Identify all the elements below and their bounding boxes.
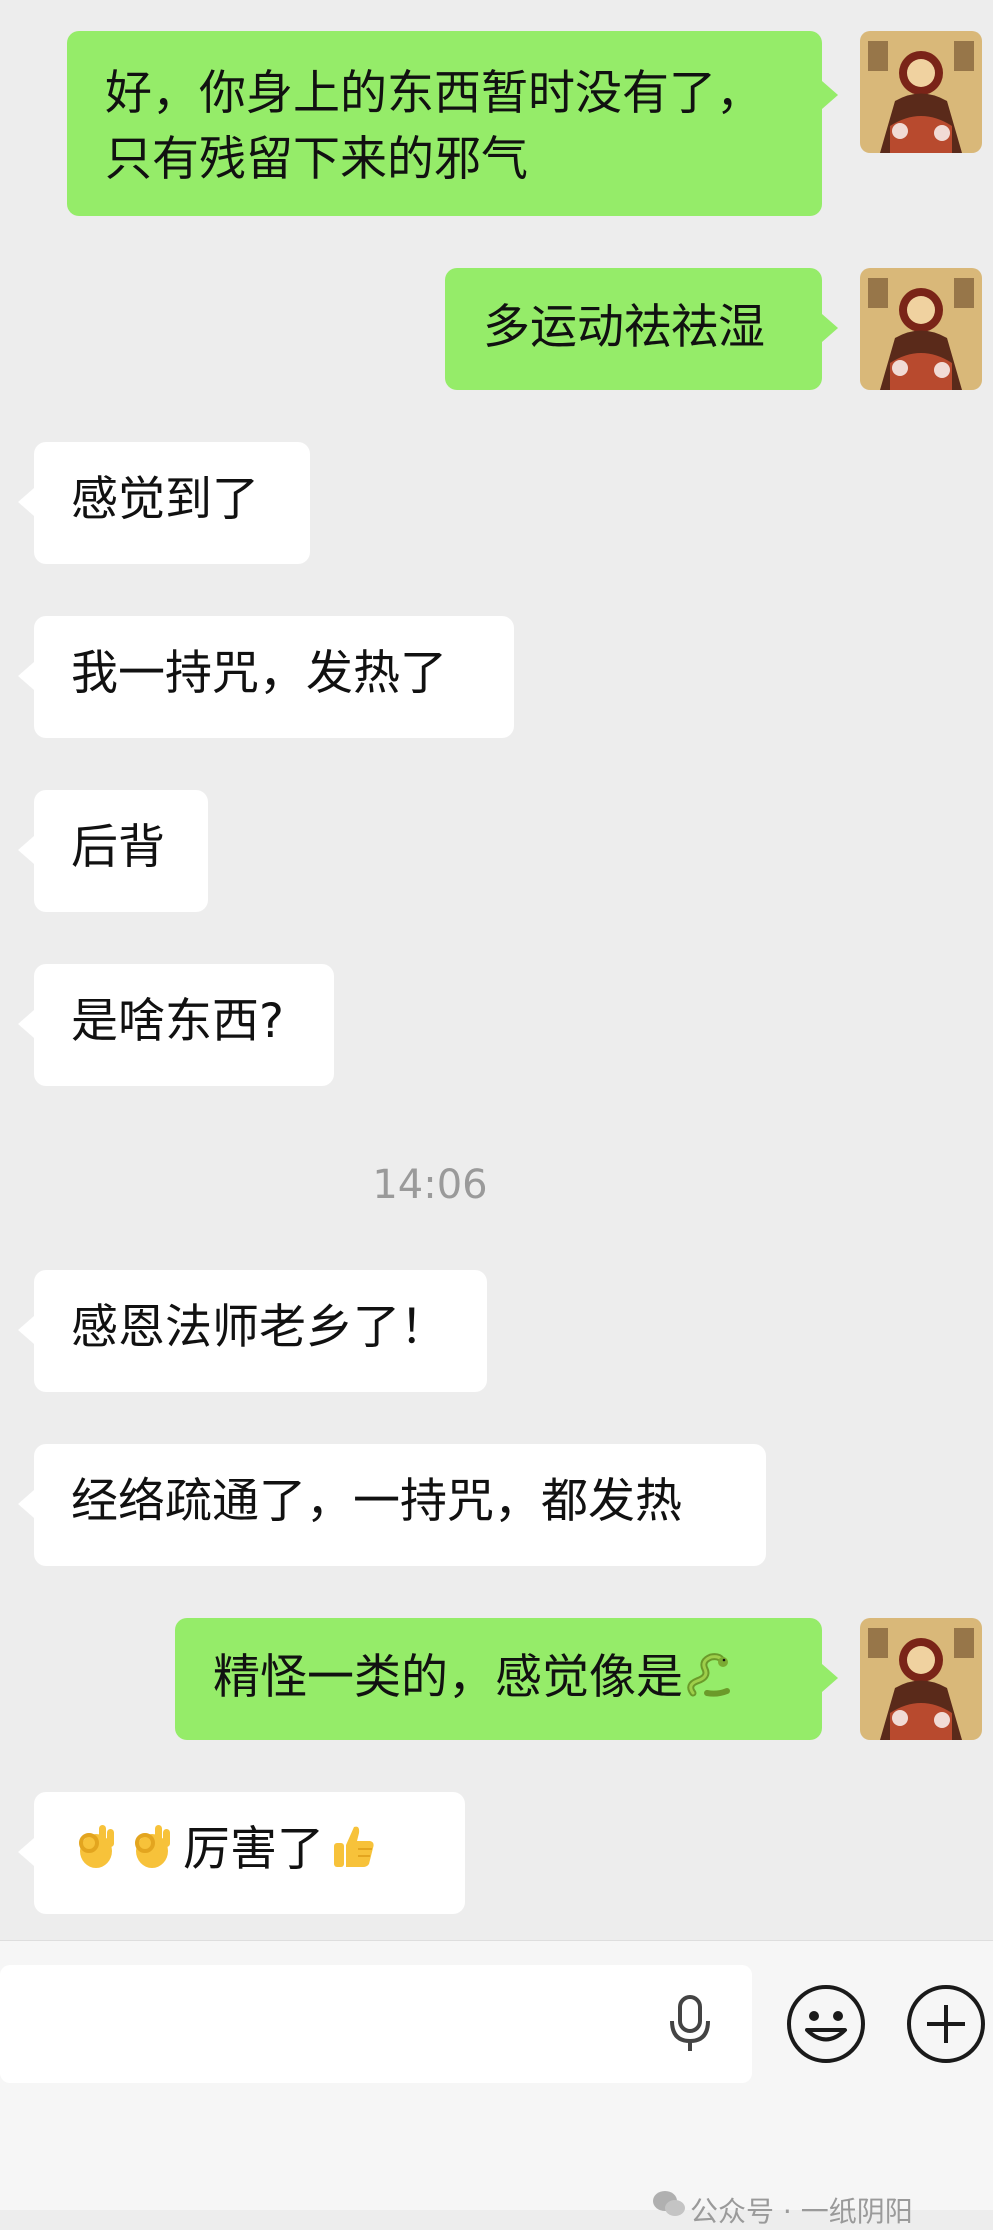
message-bubble-incoming[interactable]: 是啥东西? xyxy=(18,964,334,1086)
message-bubble-outgoing[interactable]: 多运动祛祛湿 xyxy=(445,268,838,390)
ok-hand-emoji-icon xyxy=(127,1821,177,1871)
message-timestamp: 14:06 xyxy=(372,1162,488,1208)
message-bubble-incoming[interactable]: 我一持咒，发热了 xyxy=(18,616,514,738)
message-text: 厉害了 xyxy=(183,1822,324,1877)
wechat-logo-icon xyxy=(652,2189,686,2219)
plus-circle-icon[interactable] xyxy=(905,1983,987,2065)
chat-input-bar xyxy=(0,1940,993,2210)
message-text: 精怪一类的，感觉像是 xyxy=(213,1650,683,1705)
message-bubble-incoming[interactable]: 厉害了 xyxy=(18,1792,465,1914)
message-bubble-outgoing[interactable]: 好，你身上的东西暂时没有了， 只有残留下来的邪气 xyxy=(67,31,838,216)
message-bubble-incoming[interactable]: 经络疏通了，一持咒，都发热 xyxy=(18,1444,766,1566)
message-bubble-incoming[interactable]: 感觉到了 xyxy=(18,442,310,564)
message-text: 后背 xyxy=(71,820,165,875)
message-bubble-incoming[interactable]: 感恩法师老乡了！ xyxy=(18,1270,487,1392)
message-bubble-outgoing[interactable]: 精怪一类的，感觉像是 xyxy=(175,1618,838,1740)
microphone-icon[interactable] xyxy=(660,1993,720,2055)
message-text: 是啥东西? xyxy=(71,994,284,1049)
message-text: 我一持咒，发热了 xyxy=(71,646,447,701)
message-text: 感恩法师老乡了！ xyxy=(71,1300,447,1355)
message-text: 经络疏通了，一持咒，都发热 xyxy=(71,1474,682,1529)
snake-emoji-icon xyxy=(683,1649,733,1699)
watermark: 公众号 · 一纸阴阳 xyxy=(690,2195,913,2228)
message-text: 感觉到了 xyxy=(71,472,259,527)
avatar[interactable] xyxy=(860,1618,982,1740)
message-line: 好，你身上的东西暂时没有了， xyxy=(105,66,763,121)
message-line: 只有残留下来的邪气 xyxy=(105,132,528,187)
message-text: 多运动祛祛湿 xyxy=(483,300,765,355)
thumbs-up-emoji-icon xyxy=(328,1821,378,1871)
ok-hand-emoji-icon xyxy=(71,1821,121,1871)
avatar[interactable] xyxy=(860,268,982,390)
emoji-face-icon[interactable] xyxy=(785,1983,867,2065)
message-bubble-incoming[interactable]: 后背 xyxy=(18,790,208,912)
message-input[interactable] xyxy=(0,1965,752,2083)
avatar[interactable] xyxy=(860,31,982,153)
